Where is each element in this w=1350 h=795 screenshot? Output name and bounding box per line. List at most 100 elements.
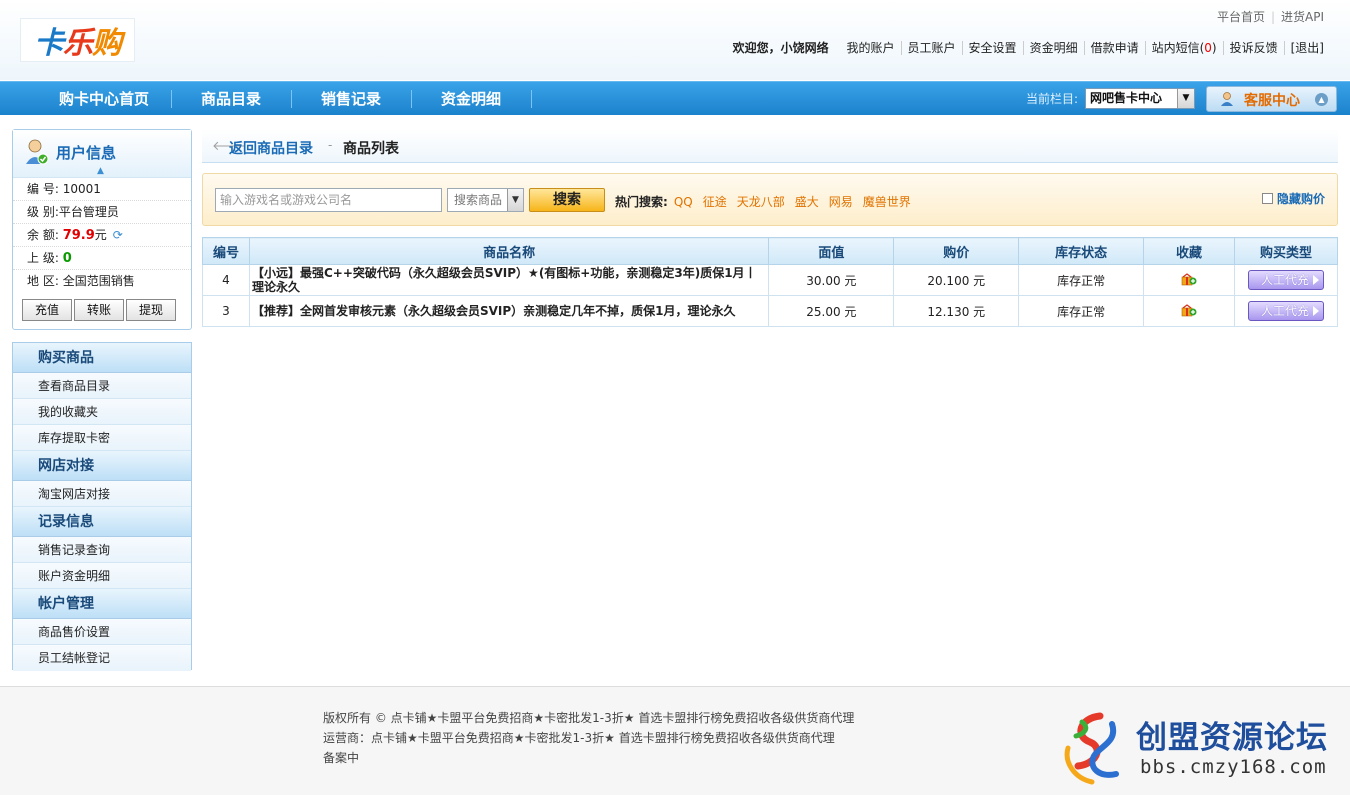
nav-funds-detail[interactable]: 资金明细 bbox=[411, 82, 531, 116]
user-info-title: 用户信息 bbox=[56, 144, 117, 162]
feedback-link[interactable]: 投诉反馈 bbox=[1222, 41, 1284, 55]
user-id-row: 编 号: 10001 bbox=[13, 178, 191, 201]
security-settings-link[interactable]: 安全设置 bbox=[961, 41, 1023, 55]
search-type-select[interactable]: 搜索商品 ▼ bbox=[447, 188, 524, 212]
search-button[interactable]: 搜索 bbox=[529, 188, 605, 212]
nav-home[interactable]: 购卡中心首页 bbox=[44, 82, 164, 116]
staff-account-link[interactable]: 员工账户 bbox=[900, 41, 962, 55]
sidebar-item-favorites[interactable]: 我的收藏夹 bbox=[13, 399, 191, 425]
back-to-catalog-link[interactable]: 返回商品目录 bbox=[229, 138, 313, 158]
add-favorite-icon[interactable] bbox=[1181, 303, 1197, 317]
arrow-right-icon bbox=[1312, 275, 1319, 285]
search-input[interactable]: 输入游戏名或游戏公司名 bbox=[215, 188, 442, 212]
manual-recharge-button[interactable]: 人工代充 bbox=[1247, 301, 1324, 321]
main-nav: 购卡中心首页 商品目录 销售记录 资金明细 当前栏目: 网吧售卡中心 ▼ 客服中… bbox=[0, 81, 1350, 115]
logout-link[interactable]: [退出] bbox=[1283, 41, 1330, 55]
current-section-label: 当前栏目: bbox=[1025, 92, 1078, 106]
current-section-select[interactable]: 网吧售卡中心 ▼ bbox=[1085, 88, 1195, 109]
row-buy-type: 人工代充 bbox=[1233, 264, 1339, 296]
sidebar-item-price-settings[interactable]: 商品售价设置 bbox=[13, 619, 191, 645]
sidebar-item-stock-extract[interactable]: 库存提取卡密 bbox=[13, 425, 191, 451]
row-id: 4 bbox=[202, 264, 250, 296]
user-info-panel: 用户信息 ▲ 编 号: 10001 级 别:平台管理员 余 额: 79.9元 ⟳ … bbox=[12, 129, 192, 330]
chevron-down-icon: ▼ bbox=[507, 189, 523, 211]
sidebar-item-sales-query[interactable]: 销售记录查询 bbox=[13, 537, 191, 563]
table-row: 3 【推荐】全网首发审核元素（永久超级会员SVIP）亲测稳定几年不掉，质保1月，… bbox=[202, 295, 1339, 327]
withdraw-button[interactable]: 提现 bbox=[126, 299, 176, 321]
hot-keyword-tianlong[interactable]: 天龙八部 bbox=[737, 195, 785, 209]
menu-section-records: 记录信息 bbox=[13, 507, 191, 537]
funds-detail-link[interactable]: 资金明细 bbox=[1022, 41, 1084, 55]
row-price: 20.100 元 bbox=[893, 264, 1020, 296]
forum-brand: 创盟资源论坛 bbox=[1136, 720, 1328, 756]
collapse-up-icon[interactable]: ▲ bbox=[1315, 93, 1328, 106]
sidebar-item-taobao[interactable]: 淘宝网店对接 bbox=[13, 481, 191, 507]
forum-logo-icon bbox=[1064, 712, 1119, 785]
table-row: 4 【小远】最强C++突破代码（永久超级会员SVIP）★(有图标+功能，亲测稳定… bbox=[202, 264, 1339, 296]
hide-price-checkbox[interactable] bbox=[1261, 193, 1273, 204]
table-header-row: 编号 商品名称 面值 购价 库存状态 收藏 购买类型 bbox=[202, 237, 1339, 265]
messages-count: 0 bbox=[1204, 41, 1212, 55]
user-icon bbox=[26, 139, 49, 165]
site-logo[interactable]: 卡乐购 bbox=[20, 18, 135, 62]
supply-api-link[interactable]: 进货API bbox=[1275, 10, 1330, 24]
row-buy-type: 人工代充 bbox=[1233, 295, 1339, 327]
sidebar-item-account-funds[interactable]: 账户资金明细 bbox=[13, 563, 191, 589]
row-product-name[interactable]: 【小远】最强C++突破代码（永久超级会员SVIP）★(有图标+功能，亲测稳定3年… bbox=[248, 264, 770, 296]
header: 卡乐购 平台首页 | 进货API 欢迎您，小饶网络 我的账户 员工账户 安全设置 资金明细… bbox=[0, 0, 1350, 80]
hide-price-toggle[interactable]: 隐藏购价 bbox=[1261, 190, 1325, 207]
row-stock: 库存正常 bbox=[1018, 264, 1145, 296]
caret-up-icon[interactable]: ▲ bbox=[97, 166, 104, 176]
platform-home-link[interactable]: 平台首页 bbox=[1211, 10, 1271, 24]
page-title: 商品列表 bbox=[343, 141, 399, 157]
loan-apply-link[interactable]: 借款申请 bbox=[1083, 41, 1145, 55]
hot-search: 热门搜索: QQ 征途 天龙八部 盛大 网易 魔兽世界 bbox=[615, 195, 911, 209]
col-price: 购价 bbox=[893, 237, 1020, 265]
breadcrumb: 🡐 返回商品目录 - 商品列表 bbox=[202, 129, 1338, 163]
nav-catalog[interactable]: 商品目录 bbox=[171, 82, 291, 116]
add-favorite-icon[interactable] bbox=[1181, 272, 1197, 286]
sidebar-item-catalog[interactable]: 查看商品目录 bbox=[13, 373, 191, 399]
sidebar-menu: 购买商品 查看商品目录 我的收藏夹 库存提取卡密 网店对接 淘宝网店对接 记录信… bbox=[12, 342, 192, 671]
nav-sales-records[interactable]: 销售记录 bbox=[291, 82, 411, 116]
user-region-row: 地 区: 全国范围销售 bbox=[27, 274, 135, 288]
user-parent-value: 0 bbox=[62, 251, 72, 266]
user-balance-value: 79.9 bbox=[62, 228, 95, 243]
row-face-value: 25.00 元 bbox=[768, 295, 895, 327]
refresh-icon[interactable]: ⟳ bbox=[113, 228, 123, 242]
sidebar-item-staff-settlement[interactable]: 员工结帐登记 bbox=[13, 645, 191, 671]
hot-keyword-qq[interactable]: QQ bbox=[674, 195, 693, 209]
row-price: 12.130 元 bbox=[893, 295, 1020, 327]
welcome-text: 欢迎您，小饶网络 bbox=[732, 41, 829, 55]
footer-icp: 备案中 bbox=[323, 751, 360, 765]
manual-recharge-button[interactable]: 人工代充 bbox=[1247, 270, 1324, 290]
forum-logo: 创盟资源论坛 bbs.cmzy168.com bbox=[1060, 712, 1340, 786]
messages-link[interactable]: 站内短信(0) bbox=[1144, 41, 1223, 55]
my-account-link[interactable]: 我的账户 bbox=[841, 41, 901, 55]
row-favorite bbox=[1143, 295, 1235, 327]
user-region-value: 全国范围销售 bbox=[62, 274, 135, 288]
forum-url[interactable]: bbs.cmzy168.com bbox=[1140, 756, 1327, 778]
footer: 版权所有 © 点卡铺★卡盟平台免费招商★卡密批发1-3折★ 首选卡盟排行榜免费招… bbox=[0, 686, 1350, 795]
hot-keyword-netease[interactable]: 网易 bbox=[829, 195, 853, 209]
col-buy-type: 购买类型 bbox=[1233, 237, 1339, 265]
footer-operator: 运营商：点卡铺★卡盟平台免费招商★卡密批发1-3折★ 首选卡盟排行榜免费招收各级… bbox=[323, 731, 835, 745]
user-action-buttons: 充值 转账 提现 bbox=[22, 299, 178, 321]
user-id-value: 10001 bbox=[62, 182, 101, 196]
hot-keyword-shanda[interactable]: 盛大 bbox=[795, 195, 819, 209]
row-stock: 库存正常 bbox=[1018, 295, 1145, 327]
menu-section-account: 帐户管理 bbox=[13, 589, 191, 619]
transfer-button[interactable]: 转账 bbox=[74, 299, 124, 321]
hot-keyword-zhengtu[interactable]: 征途 bbox=[703, 195, 727, 209]
menu-section-shop: 网店对接 bbox=[13, 451, 191, 481]
col-id: 编号 bbox=[202, 237, 250, 265]
user-info-header: 用户信息 ▲ bbox=[13, 130, 191, 178]
row-favorite bbox=[1143, 264, 1235, 296]
customer-service-button[interactable]: 客服中心 ▲ bbox=[1206, 86, 1337, 112]
user-parent-row: 上 级: 0 bbox=[13, 247, 191, 270]
hot-keyword-wow[interactable]: 魔兽世界 bbox=[863, 195, 911, 209]
recharge-button[interactable]: 充值 bbox=[22, 299, 72, 321]
menu-section-buy: 购买商品 bbox=[13, 343, 191, 373]
row-product-name[interactable]: 【推荐】全网首发审核元素（永久超级会员SVIP）亲测稳定几年不掉，质保1月，理论… bbox=[248, 295, 770, 327]
user-balance-row: 余 额: 79.9元 ⟳ bbox=[13, 224, 191, 247]
